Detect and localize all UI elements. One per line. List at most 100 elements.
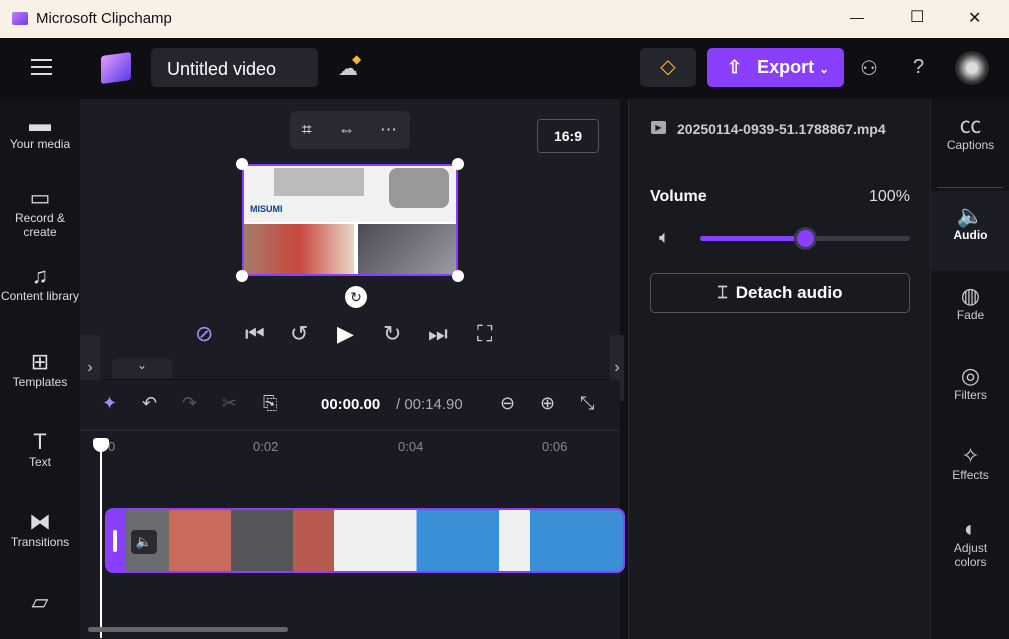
tick-label: 0:02 xyxy=(253,439,279,454)
forward-5-icon[interactable]: ↻ xyxy=(383,321,401,347)
speaker-icon: 🔈 xyxy=(956,203,985,228)
playhead[interactable] xyxy=(93,438,109,638)
sidebar-item-templates[interactable]: ⊞ Templates xyxy=(0,351,80,390)
video-file-icon: ▶ xyxy=(651,121,666,134)
clip-trim-handle[interactable] xyxy=(107,510,125,571)
upload-icon: ⇧ xyxy=(727,57,743,77)
sidebar-item-transitions[interactable]: ⧓ Transitions xyxy=(0,509,80,550)
undo-icon[interactable]: ↶ xyxy=(142,393,157,414)
volume-slider-thumb[interactable] xyxy=(794,227,817,250)
text-icon: T xyxy=(33,429,47,454)
export-label: Export xyxy=(757,57,815,77)
aspect-ratio-button[interactable]: 16:9 xyxy=(537,119,599,153)
project-name: Untitled video xyxy=(167,59,277,79)
sidebar-item-text[interactable]: T Text xyxy=(0,429,80,470)
fit-icon[interactable]: ⇔ xyxy=(338,111,355,149)
timeline-toolbar: ✦ ↶ ↷ ✂ ⎘ 00:00.00 / 00:14.90 ⊖ ⊕ ⤡ xyxy=(80,380,620,428)
tab-captions[interactable]: ㏄ Captions xyxy=(931,113,1009,153)
tab-label: Filters xyxy=(954,388,987,402)
properties-panel: ▶ 20250114-0939-51.1788867.mp4 Volume 10… xyxy=(628,99,930,639)
library-icon: ♫ xyxy=(31,263,49,288)
menu-icon[interactable] xyxy=(31,59,52,75)
captions-icon: ㏄ xyxy=(959,113,982,138)
window-title: Microsoft Clipchamp xyxy=(36,10,172,27)
tab-audio[interactable]: 🔈 Audio xyxy=(931,191,1009,271)
volume-value: 100% xyxy=(869,188,910,205)
resize-handle[interactable] xyxy=(236,158,248,170)
crop-icon[interactable]: ⌗ xyxy=(302,111,312,149)
add-media-icon[interactable]: ⎘ xyxy=(263,393,277,414)
volume-slider[interactable] xyxy=(700,227,910,250)
tab-fade[interactable]: ◍ Fade xyxy=(931,283,1009,323)
close-button[interactable]: ✕ xyxy=(968,8,981,28)
redo-icon[interactable]: ↷ xyxy=(182,393,197,414)
tick-label: 0:04 xyxy=(398,439,424,454)
skip-forward-icon[interactable]: ⏭ xyxy=(428,321,448,347)
adjust-colors-icon: ◐ xyxy=(963,516,978,541)
filters-icon: ◎ xyxy=(960,363,981,388)
ai-sparkle-icon[interactable]: ✦ xyxy=(102,393,117,414)
split-icon[interactable]: ✂ xyxy=(222,393,237,414)
resize-handle[interactable] xyxy=(452,270,464,282)
title-bar: Microsoft Clipchamp — ☐ ✕ xyxy=(0,0,1009,38)
tick-label: 0:06 xyxy=(542,439,568,454)
maximize-button[interactable]: ☐ xyxy=(910,7,924,27)
export-button[interactable]: ⇧ Export ⌄ xyxy=(707,48,844,87)
sidebar-item-label: Templates xyxy=(12,375,68,389)
tab-effects[interactable]: ✧ Effects xyxy=(931,443,1009,483)
sidebar-item-record-create[interactable]: ▭ Record & create xyxy=(0,187,80,240)
sidebar-item-content-library[interactable]: ♫ Content library xyxy=(0,263,80,304)
sidebar-item-label: Your media xyxy=(9,137,71,151)
help-button[interactable]: ? xyxy=(913,56,924,79)
volume-slider-fill xyxy=(700,236,805,241)
tab-label: Effects xyxy=(952,468,989,482)
video-clip[interactable]: 🔈 xyxy=(105,508,625,573)
detach-audio-icon: ⌶ xyxy=(717,283,728,302)
time-ruler: 0 0:02 0:04 0:06 xyxy=(80,430,620,460)
tick-label: 0 xyxy=(108,439,116,454)
sidebar-item-label: Transitions xyxy=(10,535,70,549)
rewind-5-icon[interactable]: ↺ xyxy=(290,321,308,347)
app-logo-icon xyxy=(12,12,28,25)
right-sidebar: ㏄ Captions 🔈 Audio ◍ Fade ◎ Filters ✧ Effects… xyxy=(930,99,1009,639)
ai-camera-off-icon[interactable]: ⊘ xyxy=(195,321,213,347)
tab-adjust-colors[interactable]: ◐ Adjust colors xyxy=(931,516,1009,570)
chevron-down-icon: ⌄ xyxy=(819,62,830,76)
minimize-button[interactable]: — xyxy=(850,9,864,25)
play-button[interactable]: ▶ xyxy=(337,321,354,347)
current-time: 00:00.00 xyxy=(321,396,381,413)
sidebar-item-label: Record & create xyxy=(14,211,66,239)
sidebar-item-your-media[interactable]: ▬ Your media xyxy=(0,111,80,152)
transitions-icon: ⧓ xyxy=(29,509,51,534)
more-icon[interactable]: ⋯ xyxy=(380,111,397,149)
resize-handle[interactable] xyxy=(452,158,464,170)
avatar[interactable] xyxy=(955,51,989,85)
brand-kit-icon: ▱ xyxy=(31,589,49,614)
cloud-sync-off-icon[interactable]: ☁ ◆ xyxy=(338,52,361,81)
tab-label: Captions xyxy=(946,138,995,152)
horizontal-scrollbar[interactable] xyxy=(88,627,288,632)
speaker-icon[interactable]: 🔈︎ xyxy=(659,227,670,248)
zoom-out-icon[interactable]: ⊖ xyxy=(500,393,515,414)
feedback-icon[interactable]: ⚇ xyxy=(860,56,878,81)
rotate-handle[interactable]: ↻ xyxy=(345,286,367,308)
zoom-in-icon[interactable]: ⊕ xyxy=(540,393,555,414)
collapse-timeline-button[interactable]: ⌄ xyxy=(112,358,172,378)
fullscreen-icon[interactable]: ⛶ xyxy=(477,321,492,347)
video-preview[interactable]: MISUMI xyxy=(242,164,458,276)
skip-back-icon[interactable]: ⏮ xyxy=(245,321,265,347)
folder-icon: ▬ xyxy=(29,111,51,136)
resize-handle[interactable] xyxy=(236,270,248,282)
premium-button[interactable]: ◇ xyxy=(640,48,696,87)
project-name-input[interactable]: Untitled video xyxy=(151,48,318,87)
left-sidebar: ▬ Your media ▭ Record & create ♫ Content li… xyxy=(0,99,80,639)
tab-filters[interactable]: ◎ Filters xyxy=(931,363,1009,403)
fit-timeline-icon[interactable]: ⤡ xyxy=(580,393,594,414)
sidebar-item-label: Content library xyxy=(0,289,80,303)
clip-audio-icon[interactable]: 🔈 xyxy=(131,530,157,554)
detach-audio-label: Detach audio xyxy=(735,283,843,302)
fade-icon: ◍ xyxy=(960,283,981,308)
detach-audio-button[interactable]: ⌶ Detach audio xyxy=(650,273,910,313)
sidebar-item-brand-kit[interactable]: ▱ xyxy=(0,589,80,615)
magic-wand-icon: ✧ xyxy=(961,443,980,468)
